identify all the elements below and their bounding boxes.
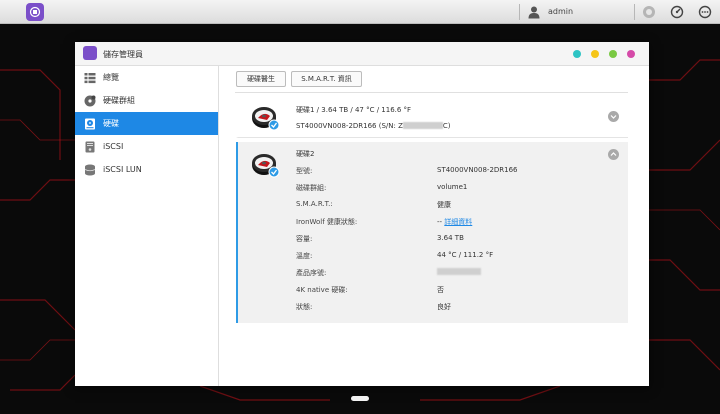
property-4k-native: 4K native 硬碟: 否 bbox=[296, 285, 616, 297]
iscsi-lun-icon bbox=[84, 164, 96, 175]
property-value: 3.64 TB bbox=[437, 234, 464, 242]
collapse-disk-2-button[interactable] bbox=[608, 149, 619, 160]
property-value: ST4000VN008-2DR166 bbox=[437, 166, 518, 174]
property-value: volume1 bbox=[437, 183, 468, 191]
hard-disk-icon bbox=[85, 118, 95, 129]
iscsi-icon bbox=[85, 141, 95, 152]
sidebar-item-label: iSCSI LUN bbox=[103, 165, 142, 174]
sidebar-item-label: 硬碟 bbox=[103, 119, 119, 128]
taskbar: admin bbox=[0, 0, 720, 24]
disk-2-title: 硬碟2 bbox=[296, 150, 315, 158]
property-ironwolf-health: IronWolf 健康狀態: -- 詳細資料 bbox=[296, 217, 616, 229]
property-value bbox=[437, 268, 481, 277]
minimize-window-button[interactable] bbox=[591, 50, 599, 58]
disk-card-2[interactable]: 硬碟2 型號: ST4000VN008-2DR166 磁碟群組: volume1… bbox=[236, 142, 628, 323]
username-label[interactable]: admin bbox=[548, 7, 573, 16]
help-window-button[interactable] bbox=[573, 50, 581, 58]
chevron-down-icon bbox=[610, 115, 617, 119]
window-titlebar[interactable]: 儲存管理員 bbox=[75, 42, 649, 66]
property-temperature: 溫度: 44 °C / 111.2 °F bbox=[296, 251, 616, 263]
more-options-icon[interactable] bbox=[698, 5, 712, 19]
dashboard-icon[interactable] bbox=[670, 5, 684, 19]
disk-card-1[interactable]: 硬碟1 / 3.64 TB / 47 °C / 116.6 °F ST4000V… bbox=[236, 96, 628, 138]
toolbar-divider bbox=[235, 92, 628, 93]
property-value: 健康 bbox=[437, 201, 451, 209]
expand-disk-1-button[interactable] bbox=[608, 111, 619, 122]
storage-manager-icon bbox=[29, 6, 41, 18]
seagate-ironwolf-disk-icon bbox=[252, 107, 280, 131]
window-title: 儲存管理員 bbox=[103, 50, 143, 59]
dock-indicator[interactable] bbox=[351, 396, 369, 401]
close-window-button[interactable] bbox=[627, 50, 635, 58]
property-label: S.M.A.R.T.: bbox=[296, 200, 333, 208]
property-capacity: 容量: 3.64 TB bbox=[296, 234, 616, 246]
main-content: 硬碟醫生 S.M.A.R.T. 資訊 硬碟1 / 3.64 TB / 47 °C… bbox=[219, 66, 649, 386]
property-value: 44 °C / 111.2 °F bbox=[437, 251, 494, 259]
property-disk-group: 磁碟群組: volume1 bbox=[296, 183, 616, 195]
disk-1-model-serial: ST4000VN008-2DR166 (S/N: Z C) bbox=[296, 122, 451, 130]
seagate-ironwolf-disk-icon bbox=[252, 154, 280, 178]
user-icon[interactable] bbox=[527, 5, 541, 19]
property-status: 狀態: 良好 bbox=[296, 302, 616, 314]
sidebar: 總覽 硬碟群組 硬碟 iSCSI iSCSI LUN bbox=[75, 66, 219, 386]
chevron-up-icon bbox=[610, 152, 617, 156]
property-model: 型號: ST4000VN008-2DR166 bbox=[296, 166, 616, 178]
sidebar-item-hard-disk[interactable]: 硬碟 bbox=[75, 112, 218, 135]
disk-group-icon bbox=[84, 95, 96, 106]
property-value: -- 詳細資料 bbox=[437, 218, 473, 226]
sidebar-item-label: 總覽 bbox=[103, 73, 119, 82]
property-label: 狀態: bbox=[296, 303, 313, 311]
property-label: IronWolf 健康狀態: bbox=[296, 218, 358, 226]
property-value: 否 bbox=[437, 286, 444, 294]
sidebar-item-disk-group[interactable]: 硬碟群組 bbox=[75, 89, 218, 112]
property-label: 4K native 硬碟: bbox=[296, 286, 348, 294]
maximize-window-button[interactable] bbox=[609, 50, 617, 58]
storage-manager-window: 儲存管理員 總覽 硬碟群組 硬碟 iSCSI iSCSI LUN 硬碟醫生 S.… bbox=[75, 42, 649, 386]
sidebar-item-overview[interactable]: 總覽 bbox=[75, 66, 218, 89]
disk-1-title: 硬碟1 / 3.64 TB / 47 °C / 116.6 °F bbox=[296, 106, 412, 114]
redacted-serial bbox=[402, 122, 443, 129]
overview-icon bbox=[84, 72, 96, 83]
disk-health-button[interactable]: 硬碟醫生 bbox=[236, 71, 286, 87]
property-label: 產品序號: bbox=[296, 269, 327, 277]
property-value: 良好 bbox=[437, 303, 451, 311]
property-label: 型號: bbox=[296, 167, 313, 175]
property-smart: S.M.A.R.T.: 健康 bbox=[296, 200, 616, 212]
sidebar-item-label: 硬碟群組 bbox=[103, 96, 135, 105]
sidebar-item-iscsi-lun[interactable]: iSCSI LUN bbox=[75, 158, 218, 181]
taskbar-divider bbox=[519, 4, 520, 20]
redacted-serial bbox=[437, 268, 481, 275]
property-label: 磁碟群組: bbox=[296, 184, 327, 192]
details-link[interactable]: 詳細資料 bbox=[444, 218, 472, 226]
smart-info-button[interactable]: S.M.A.R.T. 資訊 bbox=[291, 71, 362, 87]
notification-icon[interactable] bbox=[642, 5, 656, 19]
sidebar-item-iscsi[interactable]: iSCSI bbox=[75, 135, 218, 158]
taskbar-divider bbox=[634, 4, 635, 20]
app-icon bbox=[83, 46, 97, 60]
sidebar-item-label: iSCSI bbox=[103, 142, 124, 151]
property-label: 容量: bbox=[296, 235, 313, 243]
property-serial-number: 產品序號: bbox=[296, 268, 616, 280]
storage-manager-app-button[interactable] bbox=[26, 3, 44, 21]
property-label: 溫度: bbox=[296, 252, 313, 260]
